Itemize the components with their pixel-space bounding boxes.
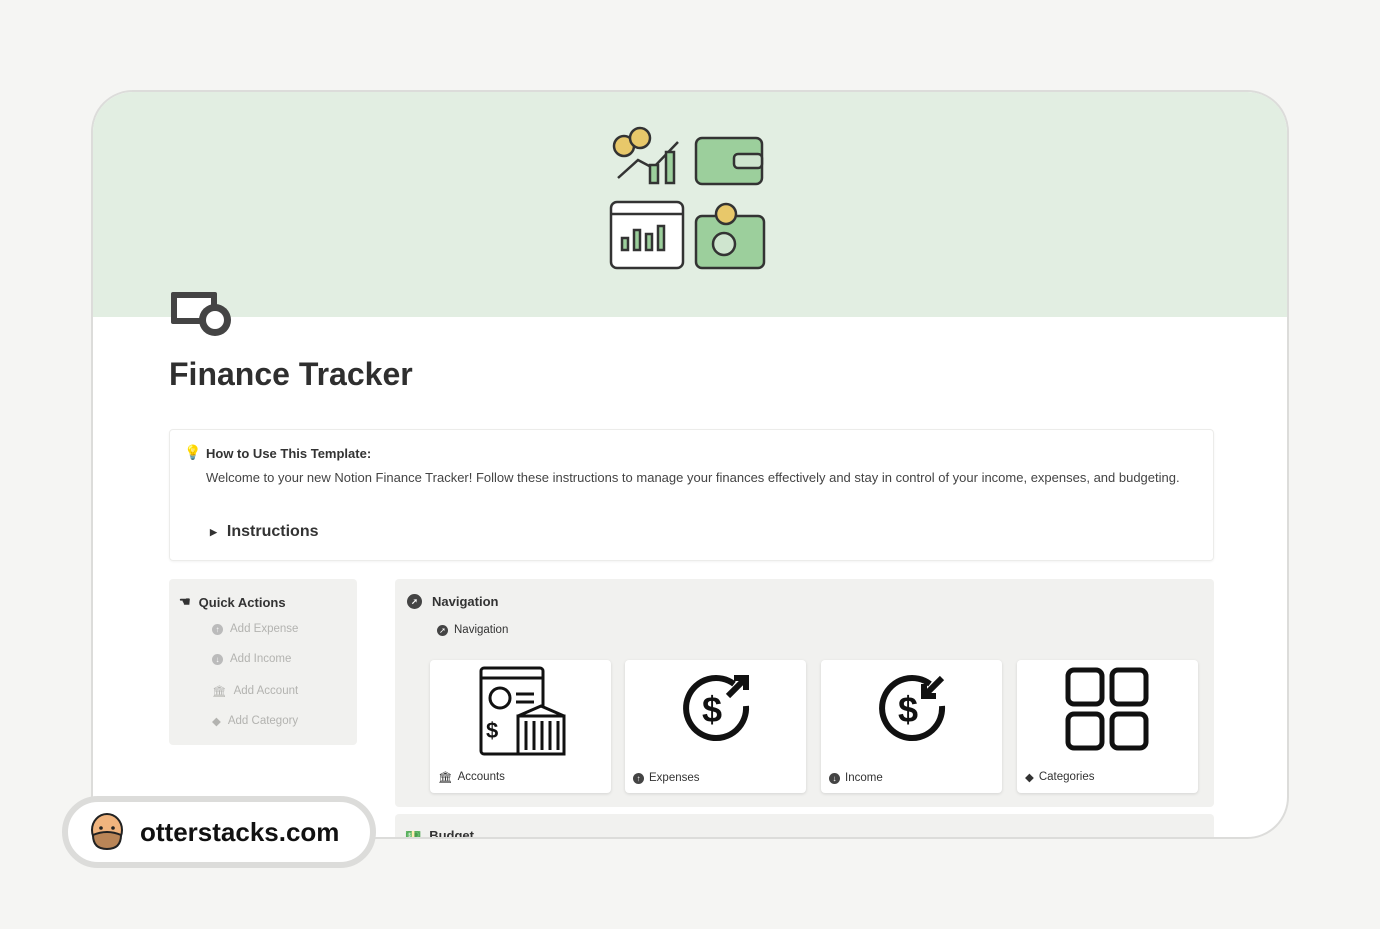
add-account-label: Add Account (233, 685, 299, 697)
add-expense-label: Add Expense (230, 623, 299, 635)
income-label: Income (845, 772, 883, 784)
accounts-card[interactable]: $ 🏛 Accounts (430, 660, 611, 793)
svg-text:$: $ (486, 718, 498, 743)
notion-page: Finance Tracker 💡 How to Use This Templa… (91, 90, 1289, 839)
callout-heading: How to Use This Template: (206, 446, 372, 461)
budget-panel: 💵 Budget (395, 814, 1214, 839)
expenses-label: Expenses (649, 772, 700, 784)
money-icon: 💵 (405, 828, 422, 839)
expenses-card[interactable]: $ ↑ Expenses (625, 660, 806, 793)
svg-text:$: $ (702, 689, 722, 730)
shapes-icon: ◆ (212, 716, 221, 728)
income-card[interactable]: $ ↓ Income (821, 660, 1002, 793)
page-title: Finance Tracker (169, 356, 413, 392)
instructions-callout: 💡 How to Use This Template: Welcome to y… (169, 429, 1214, 561)
watermark-badge: otterstacks.com (62, 796, 376, 868)
arrow-down-icon: ↓ (829, 772, 840, 784)
add-income-button[interactable]: ↓ Add Income (212, 653, 291, 665)
add-account-button[interactable]: 🏛 Add Account (212, 684, 298, 698)
compass-icon: ➚ (407, 594, 422, 609)
instructions-toggle[interactable]: ▶ Instructions (210, 523, 318, 541)
navigation-title: Navigation (432, 594, 499, 609)
add-category-label: Add Category (227, 715, 299, 727)
dollar-in-icon: $ (878, 675, 945, 742)
add-expense-button[interactable]: ↑ Add Expense (212, 623, 298, 635)
compass-icon: ➚ (437, 624, 448, 636)
shapes-icon: ◆ (1025, 772, 1034, 784)
quick-actions-title: Quick Actions (198, 594, 286, 610)
lightbulb-icon: 💡 (184, 444, 202, 460)
money-icon (171, 292, 231, 336)
accounts-label: Accounts (457, 771, 505, 783)
callout-body: Welcome to your new Notion Finance Track… (206, 470, 1180, 485)
add-income-label: Add Income (230, 653, 292, 665)
categories-label: Categories (1038, 771, 1095, 783)
otter-logo-icon (91, 813, 123, 851)
finance-illustration-icon (609, 126, 766, 270)
cover-image[interactable] (93, 92, 1287, 317)
pointer-icon: ☚ (179, 594, 191, 609)
toggle-label: Instructions (226, 523, 319, 540)
bank-document-icon: $ (479, 666, 565, 756)
add-category-button[interactable]: ◆ Add Category (212, 714, 298, 728)
caret-right-icon[interactable]: ▶ (210, 527, 217, 538)
navigation-subtitle: Navigation (454, 624, 509, 636)
grid-icon (1065, 667, 1148, 751)
svg-text:$: $ (898, 689, 918, 730)
quick-actions-panel: ☚ Quick Actions ↑ Add Expense ↓ Add Income … (169, 579, 357, 745)
bank-icon: 🏛 (438, 772, 453, 784)
categories-card[interactable]: ◆ Categories (1017, 660, 1198, 793)
watermark-text: otterstacks.com (140, 816, 340, 847)
navigation-panel: ➚ Navigation ➚ Navigation $ 🏛 Accounts $ ↑ E… (395, 579, 1214, 807)
arrow-up-icon: ↑ (212, 623, 223, 635)
arrow-up-icon: ↑ (633, 772, 644, 784)
arrow-down-icon: ↓ (212, 653, 223, 665)
dollar-out-icon: $ (682, 675, 749, 742)
budget-title: Budget (429, 828, 474, 839)
bank-icon: 🏛 (212, 686, 227, 698)
